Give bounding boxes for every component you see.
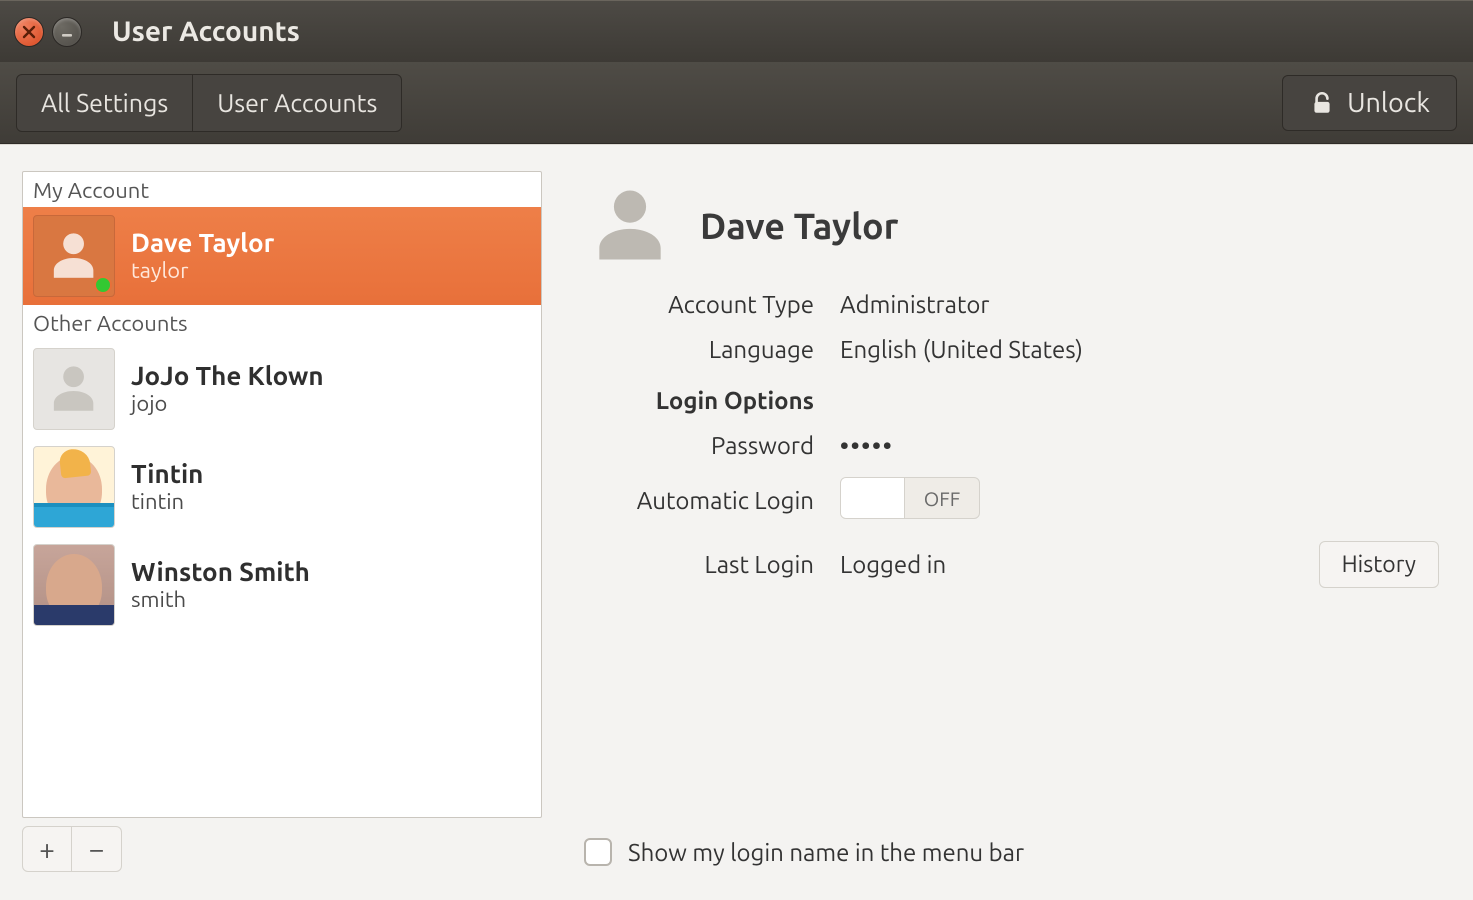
all-settings-button[interactable]: All Settings: [17, 75, 193, 131]
label-automatic-login: Automatic Login: [584, 487, 814, 514]
automatic-login-toggle[interactable]: OFF: [840, 477, 980, 519]
window-minimize-button[interactable]: [52, 17, 82, 47]
plus-icon: +: [39, 834, 55, 865]
window-buttons: [14, 17, 82, 47]
breadcrumb: All Settings User Accounts: [16, 74, 402, 132]
value-last-login-row: Logged in History: [840, 541, 1439, 588]
toggle-knob: [841, 478, 905, 518]
history-button[interactable]: History: [1319, 541, 1439, 588]
user-login: taylor: [131, 258, 274, 284]
detail-name[interactable]: Dave Taylor: [700, 205, 898, 246]
label-last-login: Last Login: [584, 551, 814, 578]
label-password: Password: [584, 432, 814, 459]
user-login: smith: [131, 587, 310, 613]
accounts-list: My Account Dave Taylor taylor Other Acco…: [22, 171, 542, 818]
user-login: tintin: [131, 489, 203, 515]
toggle-state: OFF: [905, 487, 979, 510]
user-text: Winston Smith smith: [131, 556, 310, 614]
avatar: [33, 215, 115, 297]
window-title: User Accounts: [112, 16, 300, 47]
avatar-hair: [59, 448, 92, 479]
user-text: Dave Taylor taylor: [131, 227, 274, 285]
show-login-name-checkbox[interactable]: [584, 838, 612, 866]
unlock-button[interactable]: Unlock: [1282, 75, 1457, 131]
user-row-self[interactable]: Dave Taylor taylor: [23, 207, 541, 305]
user-name: Tintin: [131, 458, 203, 489]
unlock-label: Unlock: [1347, 88, 1430, 118]
value-language[interactable]: English (United States): [840, 336, 1439, 363]
show-login-name-label: Show my login name in the menu bar: [628, 839, 1024, 866]
my-account-header: My Account: [23, 172, 541, 207]
window-close-button[interactable]: [14, 17, 44, 47]
titlebar: User Accounts: [0, 0, 1473, 62]
user-login: jojo: [131, 391, 324, 417]
user-name: Winston Smith: [131, 556, 310, 587]
remove-user-button[interactable]: −: [72, 826, 122, 872]
user-text: JoJo The Klown jojo: [131, 360, 324, 418]
user-row[interactable]: JoJo The Klown jojo: [23, 340, 541, 438]
label-account-type: Account Type: [584, 291, 814, 318]
avatar-shirt: [34, 605, 114, 625]
person-icon: [44, 226, 103, 285]
value-password[interactable]: •••••: [840, 432, 1439, 459]
detail-grid: Account Type Administrator Language Engl…: [584, 291, 1439, 588]
avatar-shirt: [34, 503, 114, 527]
user-row[interactable]: Winston Smith smith: [23, 536, 541, 634]
person-icon: [584, 179, 676, 271]
add-remove-buttons: + −: [22, 826, 542, 872]
minus-icon: −: [89, 834, 105, 865]
value-last-login: Logged in: [840, 551, 1299, 578]
user-name: Dave Taylor: [131, 227, 274, 258]
toolbar: All Settings User Accounts Unlock: [0, 62, 1473, 144]
value-automatic-login: OFF: [840, 477, 1439, 523]
accounts-sidebar: My Account Dave Taylor taylor Other Acco…: [22, 171, 542, 872]
detail-avatar[interactable]: [584, 179, 676, 271]
user-row[interactable]: Tintin tintin: [23, 438, 541, 536]
avatar: [33, 544, 115, 626]
user-text: Tintin tintin: [131, 458, 203, 516]
content-area: My Account Dave Taylor taylor Other Acco…: [0, 144, 1473, 900]
person-icon: [44, 359, 103, 418]
show-login-name-row: Show my login name in the menu bar: [584, 824, 1439, 872]
user-name: JoJo The Klown: [131, 360, 324, 391]
other-accounts-header: Other Accounts: [23, 305, 541, 340]
breadcrumb-current[interactable]: User Accounts: [193, 75, 401, 131]
unlock-icon: [1309, 90, 1335, 116]
minimize-icon: [60, 25, 74, 39]
avatar: [33, 348, 115, 430]
add-user-button[interactable]: +: [22, 826, 72, 872]
avatar: [33, 446, 115, 528]
close-icon: [22, 25, 36, 39]
details-pane: Dave Taylor Account Type Administrator L…: [572, 171, 1451, 872]
presence-indicator: [94, 276, 112, 294]
login-options-title: Login Options: [584, 381, 814, 414]
value-account-type[interactable]: Administrator: [840, 291, 1439, 318]
detail-header: Dave Taylor: [584, 179, 1439, 271]
label-language: Language: [584, 336, 814, 363]
